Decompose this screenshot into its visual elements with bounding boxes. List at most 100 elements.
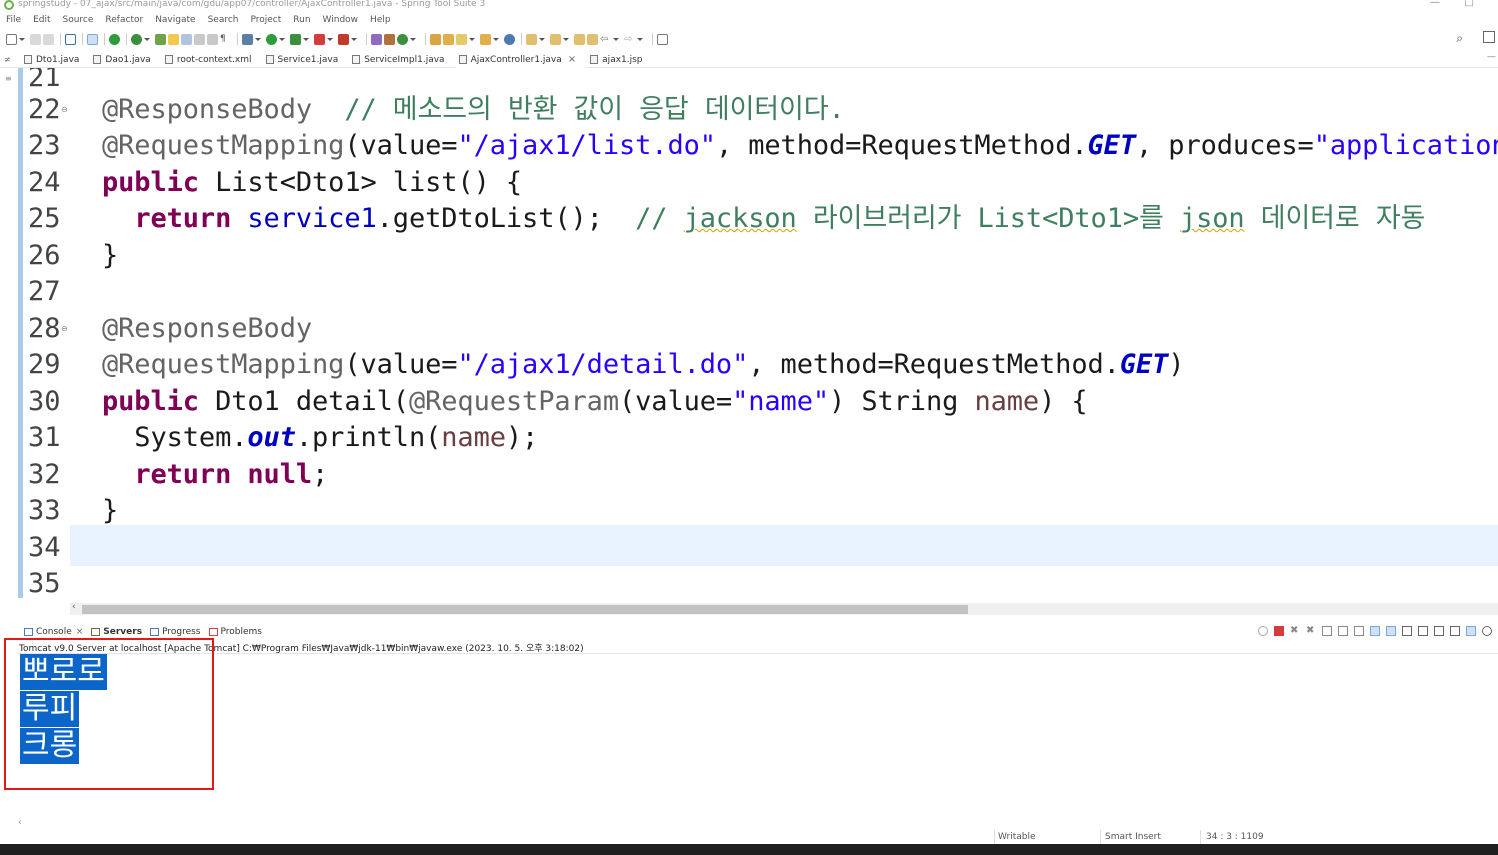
open-folder-icon[interactable] — [480, 33, 491, 45]
globe-icon[interactable] — [504, 33, 515, 45]
run-icon[interactable] — [266, 33, 277, 45]
view-menu-icon[interactable]: ≠ — [0, 55, 20, 64]
tab-root-context-xml[interactable]: root-context.xml — [161, 52, 262, 68]
back-arrow-icon[interactable]: ⇦ — [600, 34, 611, 45]
menu-edit[interactable]: Edit — [33, 15, 50, 25]
word-wrap-icon[interactable] — [1354, 626, 1364, 636]
menu-refactor[interactable]: Refactor — [105, 15, 143, 25]
external-tools-icon[interactable] — [338, 33, 349, 45]
coverage-icon[interactable] — [290, 33, 301, 45]
fold-toggle-icon[interactable]: ⊖ — [61, 324, 68, 333]
stop-icon[interactable] — [314, 33, 325, 45]
tab-servers[interactable]: Servers — [91, 627, 142, 637]
skip-breakpoints-icon[interactable] — [87, 33, 98, 45]
tab-ajaxcontroller1-java[interactable]: AjaxController1.java × — [454, 51, 587, 68]
next-annotation-icon[interactable] — [181, 33, 192, 45]
next-edit-icon[interactable] — [526, 33, 537, 45]
forward-history-icon[interactable] — [587, 33, 598, 45]
debug-dropdown-icon[interactable] — [255, 37, 261, 41]
last-edit-icon[interactable] — [574, 33, 585, 45]
tab-dto1-java[interactable]: Dto1.java — [20, 52, 89, 68]
minimize-button[interactable]: — — [1430, 0, 1440, 8]
save-all-icon[interactable] — [43, 33, 54, 45]
status-insert-mode[interactable]: Smart Insert — [1105, 832, 1161, 842]
console-scroll-left-icon[interactable]: ‹ — [18, 818, 22, 828]
pin-console-icon[interactable] — [1402, 626, 1412, 636]
open-task-icon[interactable] — [443, 33, 454, 45]
prev-edit-dropdown-icon[interactable] — [563, 37, 569, 41]
new-icon[interactable] — [6, 33, 17, 45]
remove-all-icon[interactable]: ✖ — [1306, 626, 1316, 636]
refresh-server-icon[interactable] — [131, 33, 142, 45]
tab-console[interactable]: Console × — [24, 627, 83, 637]
settings-icon[interactable] — [1482, 626, 1492, 636]
new-class-dropdown-icon[interactable] — [410, 37, 416, 41]
block-selection-icon[interactable] — [207, 33, 218, 45]
scroll-lock-icon[interactable] — [1338, 626, 1348, 636]
close-icon[interactable]: × — [568, 54, 576, 65]
new-dropdown-icon[interactable] — [19, 37, 25, 41]
terminal-icon[interactable] — [65, 33, 76, 45]
maximize-button[interactable]: □ — [1465, 0, 1474, 8]
show-whitespace-icon[interactable] — [194, 33, 205, 45]
fold-toggle-icon[interactable]: ⊖ — [61, 105, 68, 114]
menu-run[interactable]: Run — [293, 15, 310, 25]
tab-ajax1-jsp[interactable]: ajax1.jsp — [586, 52, 652, 68]
coverage-dropdown-icon[interactable] — [303, 37, 309, 41]
spring-icon[interactable] — [155, 33, 166, 45]
search-dropdown-icon[interactable] — [469, 37, 475, 41]
open-folder-dropdown-icon[interactable] — [493, 37, 499, 41]
debug-icon[interactable] — [242, 33, 253, 45]
open-type-icon[interactable] — [430, 33, 441, 45]
minimize-view-icon[interactable] — [1450, 626, 1460, 636]
pin-editor-icon[interactable] — [657, 33, 668, 45]
close-icon[interactable]: × — [76, 627, 84, 637]
stop-dropdown-icon[interactable] — [327, 37, 333, 41]
forward-dropdown-icon[interactable] — [637, 37, 643, 41]
tab-dao1-java[interactable]: Dao1.java — [89, 52, 160, 68]
forward-arrow-icon[interactable]: ⇨ — [624, 34, 635, 45]
back-dropdown-icon[interactable] — [613, 37, 619, 41]
editor-horizontal-scrollbar[interactable]: ‹ — [70, 602, 1498, 615]
tab-service1-java[interactable]: Service1.java — [262, 52, 349, 68]
tab-progress[interactable]: Progress — [150, 627, 201, 637]
open-perspective-icon[interactable] — [1483, 31, 1495, 43]
search-pencil-icon[interactable] — [456, 33, 467, 45]
open-console-icon[interactable] — [1434, 626, 1444, 636]
refresh-dropdown-icon[interactable] — [144, 37, 150, 41]
minimize-editor-icon[interactable]: — — [1487, 52, 1496, 62]
code-editor[interactable]: ≡ 21 22 ⊖ @ResponseBody // 메소드의 반환 값이 응답 데이… — [0, 68, 1498, 603]
next-edit-dropdown-icon[interactable] — [539, 37, 545, 41]
reconnect-icon[interactable] — [1258, 626, 1268, 636]
tab-serviceimpl1-java[interactable]: ServiceImpl1.java — [348, 52, 454, 68]
run-dropdown-icon[interactable] — [279, 37, 285, 41]
toggle-mark-icon[interactable] — [168, 33, 179, 45]
menu-help[interactable]: Help — [370, 15, 391, 25]
status-cursor-position[interactable]: 34 : 3 : 1109 — [1206, 832, 1264, 842]
menu-navigate[interactable]: Navigate — [155, 15, 195, 25]
link-console-icon[interactable] — [1466, 626, 1476, 636]
menu-window[interactable]: Window — [323, 15, 359, 25]
terminate-icon[interactable] — [1274, 626, 1284, 636]
pilcrow-icon[interactable]: ¶ — [220, 34, 231, 45]
new-package-icon[interactable] — [384, 33, 395, 45]
scrollbar-thumb[interactable] — [82, 605, 968, 614]
new-class-icon[interactable] — [397, 33, 408, 45]
show-on-stderr-icon[interactable] — [1386, 626, 1396, 636]
scroll-left-icon[interactable]: ‹ — [72, 602, 76, 612]
tab-problems[interactable]: Problems — [208, 627, 262, 637]
prev-edit-icon[interactable] — [550, 33, 561, 45]
menu-file[interactable]: File — [6, 15, 21, 25]
clear-console-icon[interactable] — [1322, 626, 1332, 636]
menu-project[interactable]: Project — [250, 15, 281, 25]
show-on-stdout-icon[interactable] — [1370, 626, 1380, 636]
display-console-icon[interactable] — [1418, 626, 1428, 636]
external-tools-dropdown-icon[interactable] — [351, 37, 357, 41]
save-icon[interactable] — [30, 33, 41, 45]
menu-search[interactable]: Search — [208, 15, 239, 25]
remove-launch-icon[interactable]: ✖ — [1290, 626, 1300, 636]
start-server-icon[interactable] — [109, 33, 120, 45]
menu-source[interactable]: Source — [63, 15, 94, 25]
search-icon[interactable]: ⌕ — [1456, 31, 1463, 46]
new-java-project-icon[interactable] — [371, 33, 382, 45]
